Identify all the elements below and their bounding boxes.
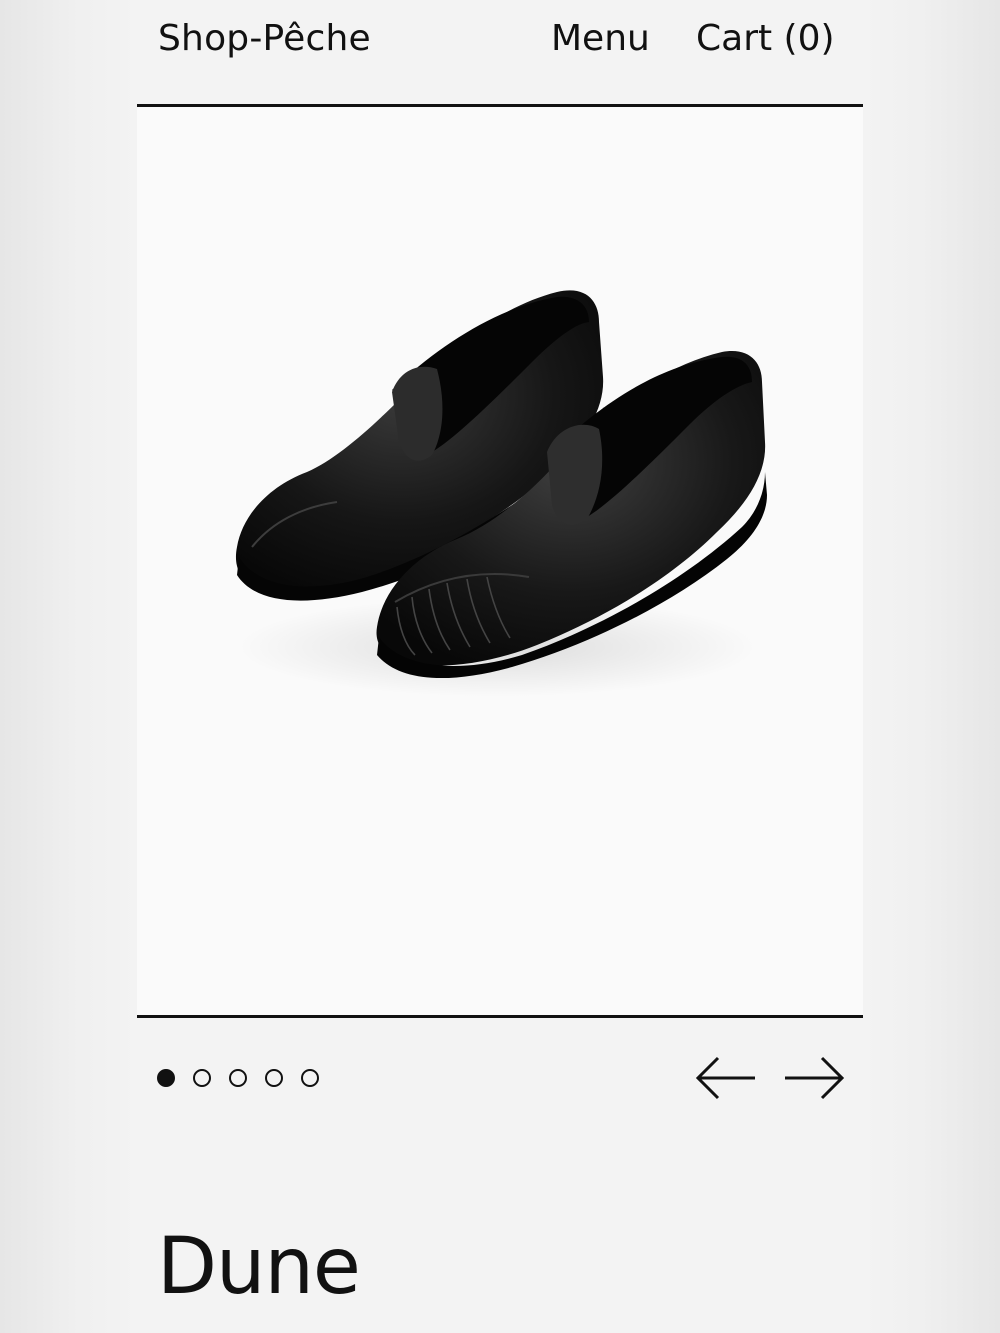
slide-indicators bbox=[157, 1069, 319, 1087]
slide-dot-4[interactable] bbox=[265, 1069, 283, 1087]
product-image[interactable] bbox=[137, 107, 863, 1018]
menu-button[interactable]: Menu bbox=[551, 18, 650, 59]
cart-button[interactable]: Cart (0) bbox=[696, 18, 835, 59]
slide-dot-5[interactable] bbox=[301, 1069, 319, 1087]
slide-dot-2[interactable] bbox=[193, 1069, 211, 1087]
brand-logo-link[interactable]: Shop-Pêche bbox=[158, 18, 371, 59]
product-title: Dune bbox=[157, 1222, 361, 1312]
site-header: Shop-Pêche Menu Cart (0) bbox=[137, 0, 863, 107]
slide-dot-1[interactable] bbox=[157, 1069, 175, 1087]
arrow-left-icon[interactable] bbox=[695, 1053, 757, 1103]
arrow-right-icon[interactable] bbox=[783, 1053, 845, 1103]
loafers-illustration bbox=[235, 290, 767, 697]
product-page: Shop-Pêche Menu Cart (0) Dune bbox=[137, 0, 863, 1333]
slide-dot-3[interactable] bbox=[229, 1069, 247, 1087]
